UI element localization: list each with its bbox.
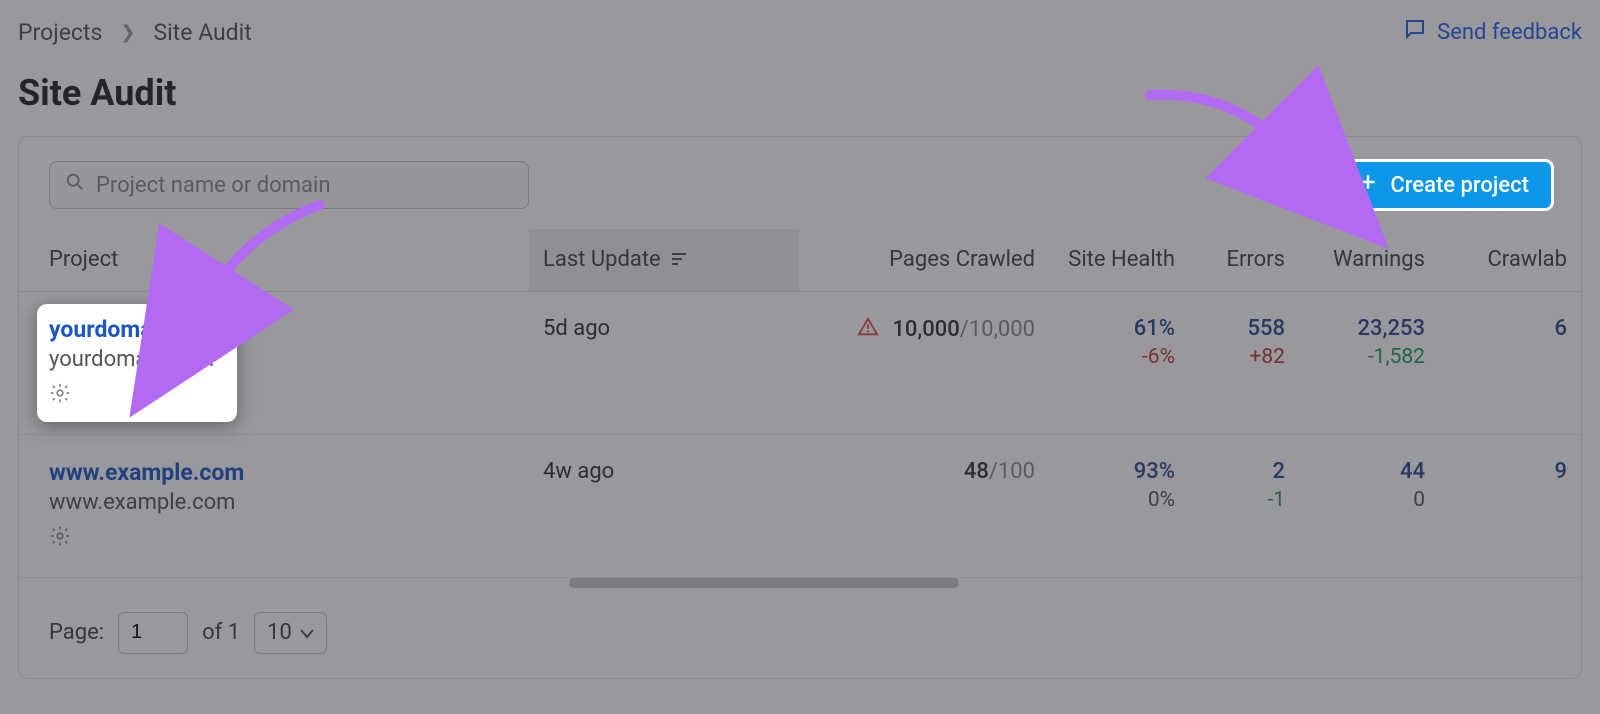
page-title: Site Audit	[18, 72, 1582, 114]
breadcrumb-current: Site Audit	[153, 19, 251, 46]
crawlability-cell: 6	[1439, 291, 1581, 434]
page-size-select[interactable]: 10	[254, 612, 327, 654]
crawlability-value: 6	[1453, 316, 1567, 341]
warnings-delta: -1,582	[1313, 345, 1425, 369]
warnings-value: 44	[1313, 459, 1425, 484]
col-warnings[interactable]: Warnings	[1299, 229, 1439, 291]
plus-icon	[1358, 172, 1378, 198]
warning-icon	[857, 316, 879, 344]
errors-cell: 2 -1	[1189, 434, 1299, 577]
breadcrumb-root[interactable]: Projects	[18, 19, 102, 46]
project-cell-highlight[interactable]: yourdomain.com yourdomain.com	[37, 304, 237, 422]
table-row: yourdomain.com yourdomain.com 5d ago	[19, 291, 1581, 434]
scrollbar-thumb[interactable]	[569, 578, 959, 588]
project-link[interactable]: www.example.com	[49, 459, 515, 486]
errors-delta: -1	[1203, 488, 1285, 512]
projects-table: Project Last Update Pages Crawled Site H…	[19, 229, 1581, 578]
crawled-total: /10,000	[960, 317, 1035, 342]
projects-panel: Project name or domain Create project Pr…	[18, 136, 1582, 679]
site-health-value: 61%	[1063, 316, 1175, 341]
project-link[interactable]: yourdomain.com	[49, 316, 223, 343]
last-update-cell: 5d ago	[529, 291, 799, 434]
warnings-cell: 23,253 -1,582	[1299, 291, 1439, 434]
errors-value: 558	[1203, 316, 1285, 341]
errors-value: 2	[1203, 459, 1285, 484]
warnings-delta: 0	[1313, 488, 1425, 512]
page-size-value: 10	[267, 620, 292, 645]
sort-icon	[672, 248, 690, 273]
errors-cell: 558 +82	[1189, 291, 1299, 434]
site-health-delta: -6%	[1063, 345, 1175, 369]
col-pages-crawled[interactable]: Pages Crawled	[799, 229, 1049, 291]
create-project-button[interactable]: Create project	[1336, 162, 1551, 208]
crawled-total: /100	[989, 459, 1035, 484]
project-domain: www.example.com	[49, 490, 515, 515]
last-update-cell: 4w ago	[529, 434, 799, 577]
page-label: Page:	[49, 620, 104, 645]
breadcrumb: Projects ❯ Site Audit	[18, 19, 252, 46]
warnings-cell: 44 0	[1299, 434, 1439, 577]
page-of-label: of 1	[202, 620, 240, 645]
col-project[interactable]: Project	[19, 229, 529, 291]
search-input[interactable]: Project name or domain	[49, 161, 529, 209]
crawled-used: 48	[964, 459, 989, 484]
chevron-right-icon: ❯	[120, 22, 135, 43]
page-input[interactable]	[118, 612, 188, 654]
gear-icon[interactable]	[49, 525, 515, 553]
table-row: www.example.com www.example.com 4w ago 4…	[19, 434, 1581, 577]
send-feedback-label: Send feedback	[1437, 20, 1582, 45]
site-health-cell: 93% 0%	[1049, 434, 1189, 577]
pages-crawled-cell: 48/100	[799, 434, 1049, 577]
send-feedback-link[interactable]: Send feedback	[1403, 17, 1582, 47]
search-icon	[64, 171, 86, 199]
site-health-value: 93%	[1063, 459, 1175, 484]
search-placeholder: Project name or domain	[96, 173, 330, 198]
gear-icon[interactable]	[49, 382, 223, 410]
col-last-update-label: Last Update	[543, 247, 661, 272]
chat-icon	[1403, 17, 1427, 47]
project-domain: yourdomain.com	[49, 347, 223, 372]
col-site-health[interactable]: Site Health	[1049, 229, 1189, 291]
create-project-label: Create project	[1390, 173, 1529, 198]
col-errors[interactable]: Errors	[1189, 229, 1299, 291]
errors-delta: +82	[1203, 345, 1285, 369]
crawled-used: 10,000	[892, 317, 959, 342]
pagination: Page: of 1 10	[19, 588, 1581, 654]
col-last-update[interactable]: Last Update	[529, 229, 799, 291]
crawlability-cell: 9	[1439, 434, 1581, 577]
col-crawlability[interactable]: Crawlab	[1439, 229, 1581, 291]
pages-crawled-cell: 10,000/10,000	[799, 291, 1049, 434]
horizontal-scrollbar[interactable]	[49, 578, 1551, 588]
chevron-down-icon	[300, 620, 314, 645]
warnings-value: 23,253	[1313, 316, 1425, 341]
crawlability-value: 9	[1453, 459, 1567, 484]
site-health-cell: 61% -6%	[1049, 291, 1189, 434]
site-health-delta: 0%	[1063, 488, 1175, 512]
